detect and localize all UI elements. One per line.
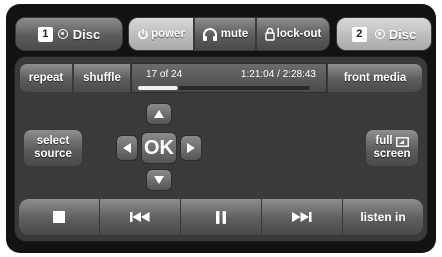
full-screen-label-1: full (375, 135, 393, 147)
pause-icon (216, 210, 226, 224)
left-arrow-icon (123, 143, 131, 153)
progress-fill (138, 86, 178, 90)
stop-icon (53, 211, 65, 223)
mute-button[interactable]: mute (194, 17, 256, 51)
mute-label: mute (220, 28, 249, 40)
down-arrow-icon (154, 176, 164, 184)
next-icon (292, 212, 312, 222)
front-media-label: front media (343, 72, 407, 84)
progress-track[interactable] (138, 86, 310, 90)
zone-2-button[interactable]: 2 Disc (336, 17, 432, 51)
disc-icon (374, 29, 385, 39)
lockout-button[interactable]: lock-out (256, 17, 330, 51)
zone-number: 2 (351, 26, 367, 42)
zone-number: 1 (37, 26, 53, 42)
front-media-button[interactable]: front media (327, 63, 423, 93)
zone-source-label: Disc (72, 26, 101, 42)
zone-1-button[interactable]: 1 Disc (15, 17, 123, 51)
left-arrow-button[interactable] (116, 135, 138, 161)
shuffle-label: shuffle (83, 72, 121, 84)
up-arrow-icon (154, 110, 164, 118)
remote-frame: 1 Disc power mute lock-out 2 Disc repeat… (6, 4, 436, 253)
repeat-label: repeat (28, 72, 64, 84)
headphones-icon (202, 27, 217, 41)
select-source-label-1: select (36, 135, 70, 147)
listen-in-button[interactable]: listen in (343, 199, 423, 235)
control-panel: repeat shuffle 17 of 24 1:21:04 / 2:28:4… (14, 56, 428, 242)
time-readout: 1:21:04 / 2:28:43 (240, 69, 316, 80)
power-icon (138, 29, 148, 40)
repeat-button[interactable]: repeat (19, 63, 73, 93)
right-arrow-icon (187, 143, 195, 153)
ok-label: OK (144, 136, 174, 159)
next-button[interactable] (262, 199, 343, 235)
full-screen-button[interactable]: full screen (365, 129, 419, 167)
transport-bar: listen in (19, 199, 423, 235)
track-count: 17 of 24 (146, 69, 183, 80)
select-source-button[interactable]: select source (23, 129, 83, 167)
disc-icon (57, 29, 68, 39)
stop-button[interactable] (19, 199, 100, 235)
shuffle-button[interactable]: shuffle (73, 63, 131, 93)
lockout-label: lock-out (276, 28, 322, 40)
now-playing-status: 17 of 24 1:21:04 / 2:28:43 (131, 63, 327, 93)
zone-source-label: Disc (388, 26, 417, 42)
ok-button[interactable]: OK (141, 132, 177, 164)
full-screen-label-2: screen (373, 148, 411, 160)
pause-button[interactable] (181, 199, 262, 235)
lock-icon (264, 27, 275, 41)
power-label: power (151, 28, 185, 40)
listen-in-label: listen in (360, 210, 406, 224)
right-arrow-button[interactable] (180, 135, 202, 161)
power-button[interactable]: power (128, 17, 194, 51)
previous-icon (130, 212, 150, 222)
fullscreen-icon (395, 136, 409, 147)
previous-button[interactable] (100, 199, 181, 235)
down-arrow-button[interactable] (146, 169, 172, 191)
select-source-label-2: source (34, 148, 72, 160)
up-arrow-button[interactable] (146, 103, 172, 125)
